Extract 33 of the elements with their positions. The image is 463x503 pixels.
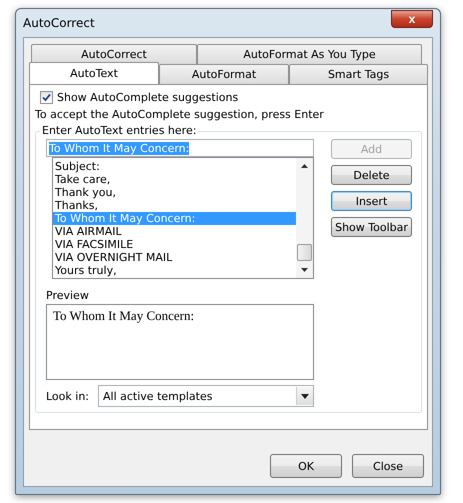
window-close-button[interactable]: x	[391, 10, 433, 28]
tab[interactable]: AutoFormat As You Type	[197, 44, 422, 64]
tab[interactable]: AutoFormat	[159, 64, 289, 84]
scroll-up-icon[interactable]	[301, 164, 308, 168]
dialog-button[interactable]: OK	[270, 454, 342, 478]
list-item[interactable]: VIA FACSIMILE	[53, 238, 296, 251]
preview-label: Preview	[46, 289, 90, 302]
tab[interactable]: AutoText	[29, 62, 159, 84]
checkbox[interactable]	[40, 91, 53, 104]
dialog-button[interactable]: Close	[352, 454, 424, 478]
list-item[interactable]: Thank you,	[53, 186, 296, 199]
list-item[interactable]: Thanks,	[53, 199, 296, 212]
list-item[interactable]: VIA OVERNIGHT MAIL	[53, 251, 296, 264]
group-label: Enter AutoText entries here:	[40, 124, 198, 137]
checkbox-label[interactable]: Show AutoComplete suggestions	[57, 91, 238, 104]
look-in-label: Look in:	[46, 390, 90, 402]
list-item[interactable]: Yours truly,	[53, 264, 296, 277]
list-item[interactable]: Subject:	[53, 160, 296, 173]
dialog-button[interactable]: Insert	[331, 191, 412, 211]
preview-text: To Whom It May Concern:	[53, 308, 194, 323]
hint-text: To accept the AutoComplete suggestion, press Enter	[35, 108, 325, 121]
dropdown-arrow-icon[interactable]	[301, 394, 309, 398]
tab[interactable]: AutoCorrect	[31, 44, 197, 64]
tab[interactable]: Smart Tags	[289, 64, 428, 84]
look-in-dropdown[interactable]: All active templates	[98, 385, 314, 407]
window-title: AutoCorrect	[23, 16, 95, 30]
scroll-thumb[interactable]	[297, 244, 312, 261]
list-item[interactable]: VIA AIRMAIL	[53, 225, 296, 238]
scrollbar[interactable]	[296, 158, 313, 278]
scroll-down-icon[interactable]	[301, 268, 308, 272]
dialog-button[interactable]: Delete	[331, 165, 412, 185]
list-item[interactable]: Take care,	[53, 173, 296, 186]
dialog-button[interactable]: Show Toolbar	[331, 217, 412, 237]
